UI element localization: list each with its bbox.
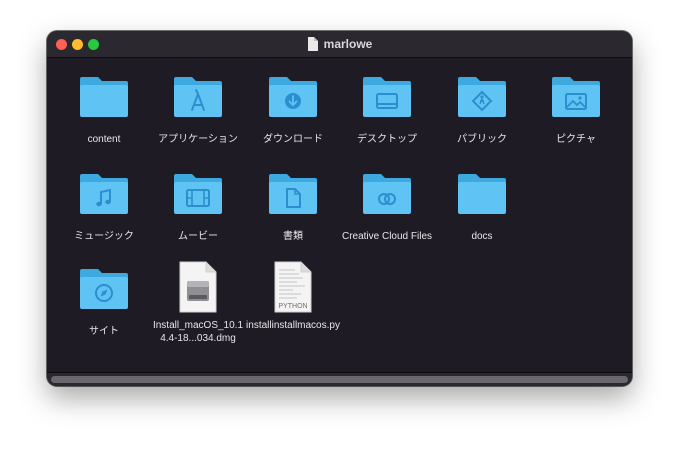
item-label: ピクチャ [556,134,596,145]
folder-music[interactable]: ミュージック [56,172,152,243]
python-badge: PYTHON [278,303,308,310]
folder-movies[interactable]: ムービー [150,172,246,243]
bottom-bar [47,372,632,386]
item-label: Creative Cloud Files [341,231,433,242]
item-label: ダウンロード [263,134,323,145]
title-bar[interactable]: marlowe [47,31,632,58]
item-label: アプリケーション [158,134,238,145]
folder-icon [80,77,128,117]
item-label: パブリック [457,134,507,145]
folder-applications[interactable]: アプリケーション [150,75,246,146]
file-installinstallmacos-py[interactable]: installinstallmacos.py [245,261,341,332]
movies-folder-icon [174,174,222,214]
music-folder-icon [80,174,128,214]
window-title-group: marlowe [47,31,632,57]
creative-cloud-folder-icon [363,174,411,214]
desktop-folder-icon [363,77,411,117]
folder-pictures[interactable]: ピクチャ [528,75,624,146]
item-label: ミュージック [74,231,134,242]
applications-folder-icon [174,77,222,117]
horizontal-scrollbar[interactable] [51,376,628,383]
sites-folder-icon [80,269,128,309]
item-label: installinstallmacos.py [246,320,340,331]
folder-documents[interactable]: 書類 [245,172,341,243]
disk-image-icon [179,261,217,313]
folder-content[interactable]: content [56,75,152,146]
public-folder-icon [458,77,506,117]
folder-docs[interactable]: docs [434,172,530,243]
folder-sites[interactable]: サイト [56,267,152,338]
document-icon [307,37,318,51]
item-label: 書類 [283,231,303,242]
finder-window: marlowe content アプリケーション ダウンロード デスクトップ パ… [47,31,632,386]
item-label: デスクトップ [357,134,417,145]
pictures-folder-icon [552,77,600,117]
file-install-macos-dmg[interactable]: Install_macOS_10.14.4-18...034.dmg [150,261,246,345]
folder-creative-cloud-files[interactable]: Creative Cloud Files [339,172,435,243]
downloads-folder-icon [269,77,317,117]
item-label: Install_macOS_10.14.4-18...034.dmg [152,320,244,344]
item-label: content [87,134,121,145]
folder-public[interactable]: パブリック [434,75,530,146]
folder-desktop[interactable]: デスクトップ [339,75,435,146]
folder-downloads[interactable]: ダウンロード [245,75,341,146]
item-label: ムービー [178,231,218,242]
item-label: サイト [89,326,119,337]
item-label: docs [471,231,493,242]
documents-folder-icon [269,174,317,214]
folder-icon [458,174,506,214]
window-title: marlowe [323,37,373,51]
